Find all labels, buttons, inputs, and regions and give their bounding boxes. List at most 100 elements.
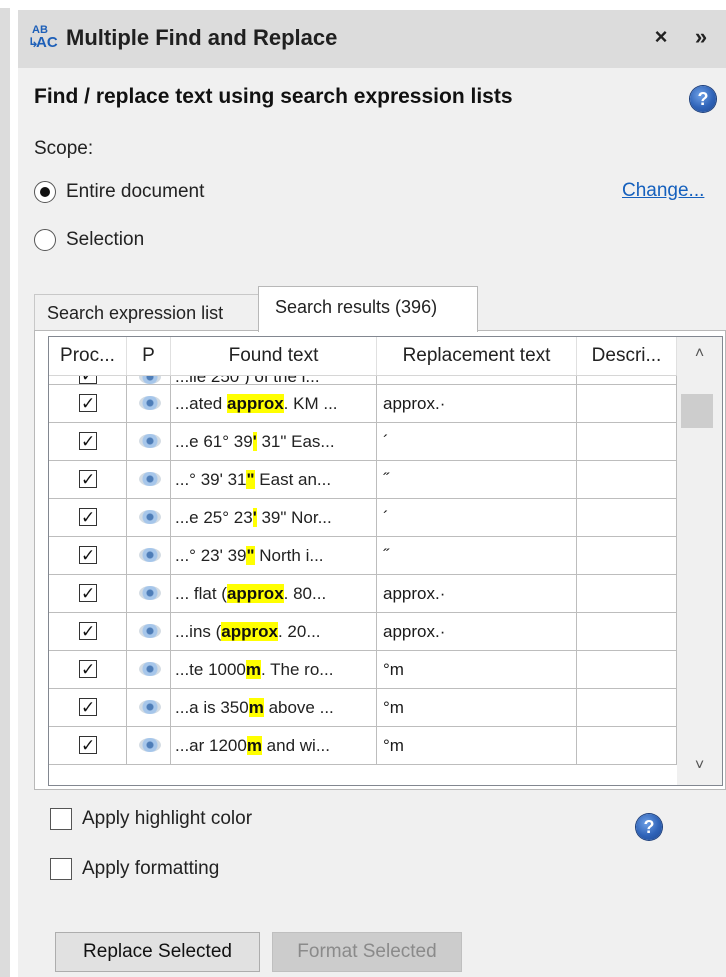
scroll-down-icon[interactable]: ˅ [677, 757, 722, 775]
preview-cell [127, 651, 171, 688]
radio-button-checked[interactable] [34, 181, 56, 203]
help-icon[interactable]: ? [690, 86, 716, 112]
table-row[interactable]: ...te 1000m. The ro...°m [49, 651, 677, 689]
process-checkbox[interactable] [79, 423, 97, 460]
eye-icon[interactable] [139, 434, 161, 448]
apply-formatting-checkbox[interactable] [50, 858, 72, 880]
found-text-after: North i... [254, 546, 324, 565]
process-checkbox[interactable] [79, 461, 97, 498]
radio-entire-document[interactable]: Entire document [34, 178, 204, 206]
scroll-up-icon[interactable]: ˄ [677, 345, 722, 363]
found-text-cell: ...ar 1200m and wi... [171, 727, 377, 764]
expand-more-icon[interactable]: » [686, 24, 716, 52]
eye-icon[interactable] [139, 586, 161, 600]
found-text-after: . 80... [283, 584, 327, 603]
table-row[interactable]: ...ins (approx. 20...approx.· [49, 613, 677, 651]
replacement-text-cell[interactable]: ˝ [377, 461, 577, 498]
replacement-text-cell[interactable]: ´ [377, 423, 577, 460]
found-text-match: " [246, 470, 255, 489]
tab-search-results[interactable]: Search results (396) [258, 286, 478, 332]
eye-icon[interactable] [139, 396, 161, 410]
table-row[interactable]: ...° 39' 31" East an...˝ [49, 461, 677, 499]
column-header-description[interactable]: Descri... [577, 337, 677, 375]
replacement-text-cell[interactable]: ˝ [377, 537, 577, 574]
title-bar: AB ↳ AC Multiple Find and Replace × » [18, 10, 726, 68]
replacement-text-cell[interactable]: approx.· [377, 385, 577, 422]
column-header-preview[interactable]: P [127, 337, 171, 375]
description-cell [577, 423, 677, 460]
found-text-cell: ...° 39' 31" East an... [171, 461, 377, 498]
table-row[interactable]: ...e 25° 23' 39" Nor...´ [49, 499, 677, 537]
found-text-after: . 20... [277, 622, 321, 641]
replacement-text-cell[interactable]: approx.· [377, 575, 577, 612]
format-selected-button: Format Selected [272, 932, 462, 972]
eye-icon[interactable] [139, 662, 161, 676]
found-text-after: . The ro... [261, 660, 334, 679]
found-text-before: ...° 39' 31 [175, 470, 247, 489]
process-checkbox[interactable] [79, 385, 97, 422]
table-row[interactable]: ...e 61° 39' 31" Eas...´ [49, 423, 677, 461]
apply-highlight-option[interactable]: Apply highlight color [50, 806, 252, 832]
replacement-text-cell[interactable]: °m [377, 651, 577, 688]
vertical-scrollbar[interactable]: ˄ ˅ [677, 337, 722, 785]
found-text-before: ...ins ( [175, 622, 222, 641]
help-icon-options[interactable]: ? [636, 814, 662, 840]
process-checkbox[interactable] [79, 499, 97, 536]
process-checkbox[interactable] [79, 575, 97, 612]
description-cell [577, 385, 677, 422]
found-text-after: 39" Nor... [256, 508, 332, 527]
tab-search-expression-list[interactable]: Search expression list [34, 294, 260, 332]
apply-highlight-checkbox[interactable] [50, 808, 72, 830]
eye-icon[interactable] [139, 700, 161, 714]
table-row-partial[interactable]: ...ile 250 ) of the i... [49, 375, 677, 385]
found-text-match: m [248, 698, 264, 717]
replacement-text-cell[interactable]: approx.· [377, 613, 577, 650]
found-text-cell: ...e 61° 39' 31" Eas... [171, 423, 377, 460]
table-row[interactable]: ...ated approx. KM ...approx.· [49, 385, 677, 423]
apply-formatting-option[interactable]: Apply formatting [50, 856, 219, 882]
eye-icon[interactable] [139, 472, 161, 486]
table-row[interactable]: ...a is 350m above ...°m [49, 689, 677, 727]
found-text-match: approx [221, 622, 278, 641]
grid-header: Proc... P Found text Replacement text De… [49, 337, 677, 376]
process-checkbox[interactable] [79, 727, 97, 764]
process-cell [49, 375, 127, 384]
found-text-cell: ...e 25° 23' 39" Nor... [171, 499, 377, 536]
radio-selection[interactable]: Selection [34, 226, 144, 254]
process-checkbox[interactable] [79, 537, 97, 574]
eye-icon[interactable] [139, 510, 161, 524]
found-text-after: East an... [254, 470, 332, 489]
change-scope-link[interactable]: Change... [622, 180, 704, 202]
preview-cell [127, 375, 171, 384]
app-icon-bottom-text: AC [36, 34, 58, 51]
eye-icon[interactable] [139, 548, 161, 562]
radio-button-unchecked[interactable] [34, 229, 56, 251]
process-cell [49, 385, 127, 422]
close-icon[interactable]: × [648, 24, 674, 52]
column-header-found-text[interactable]: Found text [171, 337, 377, 375]
replacement-text-cell[interactable]: ´ [377, 499, 577, 536]
eye-icon[interactable] [139, 624, 161, 638]
column-header-replacement-text[interactable]: Replacement text [377, 337, 577, 375]
table-row[interactable]: ...° 23' 39" North i...˝ [49, 537, 677, 575]
preview-cell [127, 461, 171, 498]
replacement-text-cell[interactable]: °m [377, 689, 577, 726]
found-text-cell: ... flat (approx. 80... [171, 575, 377, 612]
process-checkbox[interactable] [79, 375, 97, 384]
preview-cell [127, 423, 171, 460]
panel-title: Multiple Find and Replace [66, 25, 338, 50]
scrollbar-thumb[interactable] [681, 394, 713, 428]
process-checkbox[interactable] [79, 689, 97, 726]
preview-cell [127, 385, 171, 422]
replacement-text-cell[interactable]: °m [377, 727, 577, 764]
process-checkbox[interactable] [79, 651, 97, 688]
process-checkbox[interactable] [79, 613, 97, 650]
table-row[interactable]: ... flat (approx. 80...approx.· [49, 575, 677, 613]
found-text-cell: ...ins (approx. 20... [171, 613, 377, 650]
table-row[interactable]: ...ar 1200m and wi...°m [49, 727, 677, 765]
replace-selected-button[interactable]: Replace Selected [55, 932, 260, 972]
process-cell [49, 537, 127, 574]
eye-icon[interactable] [139, 375, 161, 384]
eye-icon[interactable] [139, 738, 161, 752]
column-header-process[interactable]: Proc... [49, 337, 127, 375]
